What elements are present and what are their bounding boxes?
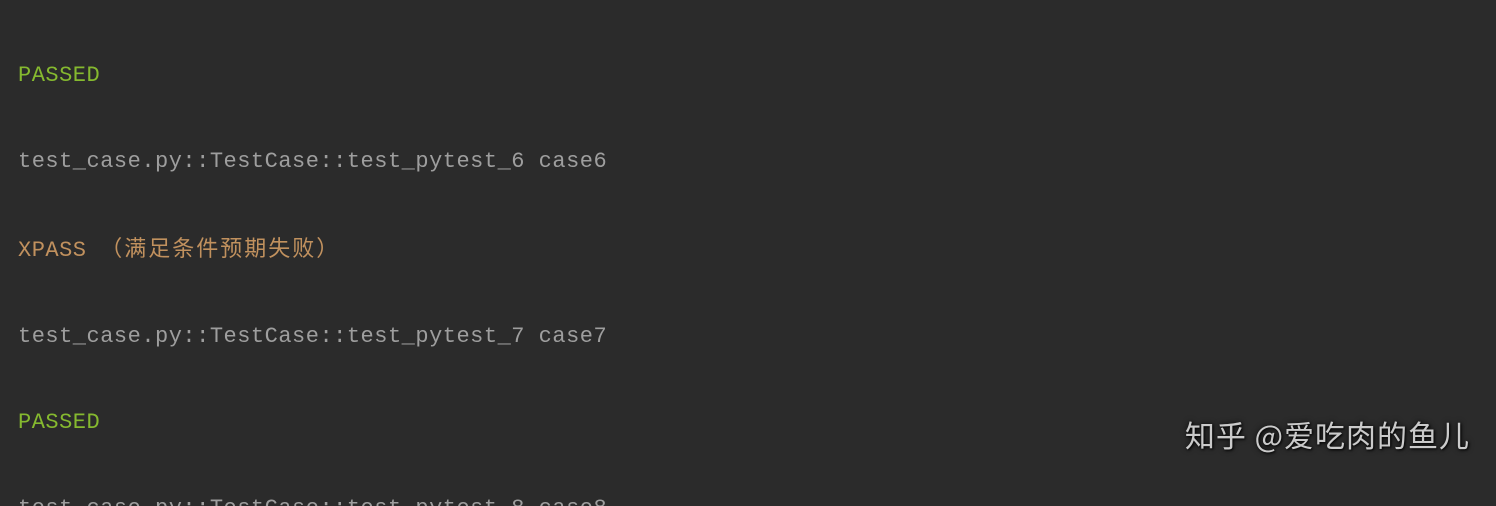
status-xpass: XPASS [18, 238, 87, 263]
status-passed: PASSED [18, 410, 100, 435]
terminal-output: PASSED test_case.py::TestCase::test_pyte… [0, 0, 1496, 506]
status-note: （满足条件预期失败） [100, 231, 340, 263]
test-id: test_case.py::TestCase::test_pytest_8 ca… [18, 496, 607, 506]
test-id: test_case.py::TestCase::test_pytest_7 ca… [18, 324, 607, 349]
status-passed: PASSED [18, 63, 100, 88]
test-id: test_case.py::TestCase::test_pytest_6 ca… [18, 149, 607, 174]
